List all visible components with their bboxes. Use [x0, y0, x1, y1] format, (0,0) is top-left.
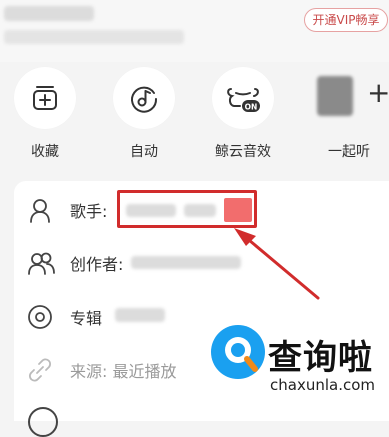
listen-together-label: 一起听 [328, 144, 370, 160]
source-label: 来源: 最近播放 [70, 362, 177, 381]
collect-action[interactable]: 收藏 [10, 62, 80, 161]
song-title-blurred [4, 6, 94, 21]
link-icon [26, 356, 54, 384]
singer-icon [26, 196, 54, 224]
watermark-domain: chaxunla.com [270, 376, 375, 394]
svg-text:ON: ON [245, 103, 258, 112]
collect-icon [14, 67, 76, 129]
watermark-logo-icon [211, 325, 265, 379]
song-header: 开通VIP畅享 [0, 0, 389, 62]
open-vip-button[interactable]: 开通VIP畅享 [304, 8, 388, 32]
auto-label: 自动 [130, 144, 158, 160]
album-icon [26, 303, 54, 331]
next-row-icon [28, 407, 58, 437]
song-subtitle-blurred [4, 30, 184, 44]
auto-icon [113, 67, 175, 129]
whale-sound-label: 鲸云音效 [215, 144, 271, 160]
listen-together-action[interactable]: + 一起听 [309, 62, 389, 161]
album-label: 专辑 [70, 309, 103, 328]
highlight-box [117, 190, 257, 228]
watermark-title: 查询啦 [268, 338, 373, 378]
add-icon: + [367, 76, 389, 109]
creator-row[interactable]: 创作者: [14, 239, 389, 289]
singer-row[interactable]: 歌手: [14, 186, 389, 236]
whale-sound-icon: ON [212, 67, 274, 129]
album-name-blurred [115, 308, 165, 322]
collect-label: 收藏 [31, 144, 59, 160]
creator-name-blurred [131, 256, 241, 269]
creator-label: 创作者: [70, 255, 124, 274]
creator-icon [26, 249, 55, 277]
auto-action[interactable]: 自动 [109, 62, 179, 161]
listen-together-icon: + [309, 62, 389, 129]
whale-sound-action[interactable]: ON 鲸云音效 [208, 62, 278, 161]
action-row: 收藏 自动 ON 鲸云音效 + 一起听 [0, 62, 389, 170]
listen-together-avatar-blurred [317, 76, 353, 116]
singer-label: 歌手: [70, 202, 108, 221]
